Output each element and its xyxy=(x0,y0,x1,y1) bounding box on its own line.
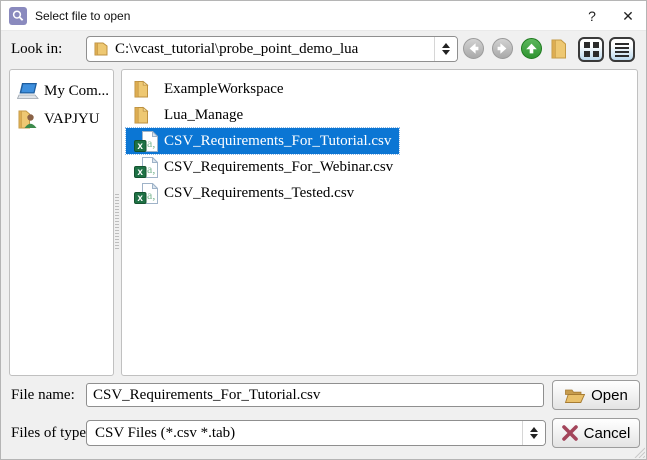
spinner-up-icon xyxy=(442,43,450,48)
file-open-dialog: Select file to open ? ✕ Look in: C:\vcas… xyxy=(0,0,647,460)
look-in-combobox[interactable]: C:\vcast_tutorial\probe_point_demo_lua xyxy=(86,36,458,62)
csv-file-icon: a, x xyxy=(134,131,158,152)
icon-view-button[interactable] xyxy=(578,37,604,62)
svg-text:a,: a, xyxy=(147,136,155,150)
places-sidebar: My Com... VAPJYU xyxy=(9,69,114,376)
file-type-combobox[interactable]: CSV Files (*.csv *.tab) xyxy=(86,420,546,446)
file-row[interactable]: Lua_Manage xyxy=(126,102,251,128)
file-name-label: ExampleWorkspace xyxy=(164,81,284,98)
look-in-path: C:\vcast_tutorial\probe_point_demo_lua xyxy=(115,41,434,58)
spinner-down-icon xyxy=(530,434,538,439)
file-list: ExampleWorkspace Lua_Manage a, x CSV_Req… xyxy=(121,69,638,376)
open-folder-icon xyxy=(564,387,585,404)
sidebar-item-vapjyu[interactable]: VAPJYU xyxy=(10,105,113,133)
list-view-icon xyxy=(615,43,629,57)
window-title: Select file to open xyxy=(35,9,130,23)
file-type-label: Files of type: xyxy=(11,425,90,442)
combo-spinner[interactable] xyxy=(434,37,457,61)
csv-file-icon: a, x xyxy=(132,183,164,204)
svg-text:a,: a, xyxy=(147,188,155,202)
csv-file-icon: a, x xyxy=(134,157,158,178)
magnifier-app-icon xyxy=(9,7,27,25)
file-row[interactable]: ExampleWorkspace xyxy=(126,76,292,102)
svg-text:a,: a, xyxy=(147,162,155,176)
svg-text:x: x xyxy=(137,193,143,204)
file-name-label: CSV_Requirements_For_Tutorial.csv xyxy=(164,133,391,150)
spinner-down-icon xyxy=(442,50,450,55)
file-type-value: CSV Files (*.csv *.tab) xyxy=(95,425,522,442)
help-button[interactable]: ? xyxy=(574,1,610,31)
detail-view-button[interactable] xyxy=(609,37,635,62)
cancel-x-icon xyxy=(562,425,578,441)
file-name-label: CSV_Requirements_For_Webinar.csv xyxy=(164,159,393,176)
open-button[interactable]: Open xyxy=(552,380,640,410)
cancel-button[interactable]: Cancel xyxy=(552,418,640,448)
computer-icon xyxy=(15,82,41,101)
svg-text:x: x xyxy=(137,167,143,178)
back-button[interactable] xyxy=(463,38,484,59)
back-arrow-icon xyxy=(467,42,480,55)
user-folder-icon xyxy=(15,109,41,129)
spinner-up-icon xyxy=(530,427,538,432)
sidebar-item-label: My Com... xyxy=(44,83,109,100)
splitter-handle[interactable] xyxy=(115,194,119,250)
new-folder-button[interactable] xyxy=(550,38,567,65)
csv-file-icon: a, x xyxy=(134,183,158,204)
resize-grip[interactable] xyxy=(632,445,645,458)
up-directory-button[interactable] xyxy=(521,38,542,59)
file-name-input[interactable] xyxy=(86,383,544,407)
file-name-label: CSV_Requirements_Tested.csv xyxy=(164,185,354,202)
svg-text:x: x xyxy=(137,141,143,152)
csv-file-icon: a, x xyxy=(132,131,164,152)
file-name-label: Lua_Manage xyxy=(164,107,243,124)
up-arrow-icon xyxy=(525,42,538,55)
file-row[interactable]: a, x CSV_Requirements_For_Tutorial.csv xyxy=(126,128,399,154)
sidebar-item-my-computer[interactable]: My Com... xyxy=(10,77,113,105)
titlebar: Select file to open ? ✕ xyxy=(1,1,646,31)
folder-icon xyxy=(132,106,164,124)
csv-file-icon: a, x xyxy=(132,157,164,178)
file-row[interactable]: a, x CSV_Requirements_For_Webinar.csv xyxy=(126,154,401,180)
combo-spinner[interactable] xyxy=(522,421,545,445)
new-folder-icon xyxy=(550,38,567,60)
grid-view-icon xyxy=(584,42,599,57)
look-in-label: Look in: xyxy=(11,41,62,58)
sidebar-item-label: VAPJYU xyxy=(44,111,100,128)
forward-arrow-icon xyxy=(496,42,509,55)
cancel-button-label: Cancel xyxy=(584,425,631,442)
folder-icon xyxy=(132,80,164,98)
folder-icon xyxy=(134,80,149,98)
file-name-label: File name: xyxy=(11,387,75,404)
folder-icon xyxy=(134,106,149,124)
open-button-label: Open xyxy=(591,387,628,404)
file-row[interactable]: a, x CSV_Requirements_Tested.csv xyxy=(126,180,362,206)
folder-icon xyxy=(94,42,109,56)
forward-button[interactable] xyxy=(492,38,513,59)
close-button[interactable]: ✕ xyxy=(610,1,646,31)
